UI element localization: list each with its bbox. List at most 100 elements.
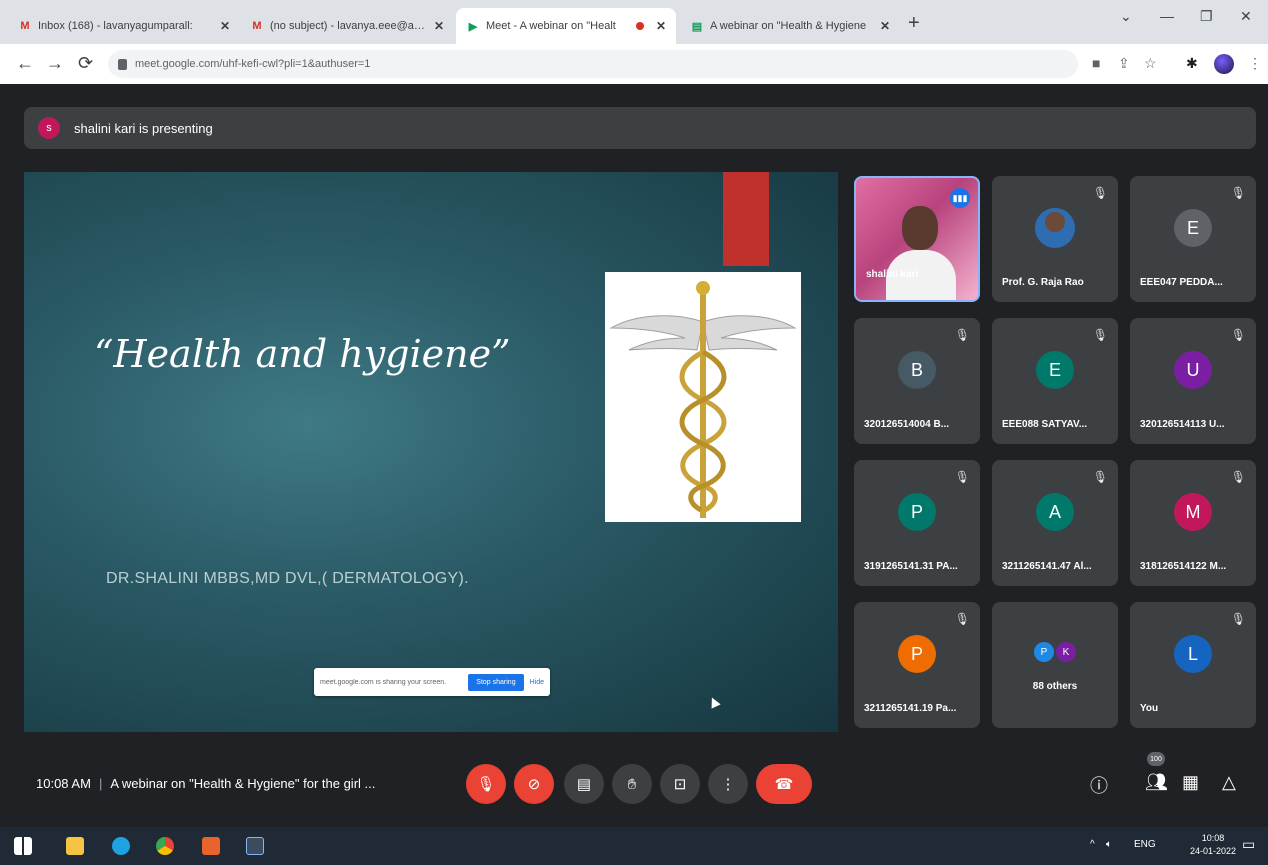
participant-tile[interactable]: 🎙︎ U 320126514113 U... [1130,318,1256,444]
taskbar-clock[interactable]: 10:08 24-01-2022 [1190,832,1236,858]
participant-tile[interactable]: 🎙︎ E EEE047 PEDDA... [1130,176,1256,302]
others-tile[interactable]: P K 88 others [992,602,1118,728]
tab-meet[interactable]: ▶ Meet - A webinar on "Healt ✕ [456,8,676,44]
office-icon[interactable] [202,837,220,855]
slide-red-accent [723,172,769,266]
participant-name: 320126514004 B... [864,419,950,430]
mic-off-icon: 🎙︎ [1230,470,1246,484]
tray-chevron-icon[interactable]: ^ [1090,839,1095,850]
tab-docs[interactable]: ▤ A webinar on "Health & Hygiene ✕ [680,8,900,44]
new-tab-button[interactable]: + [908,12,920,35]
participant-name: 3191265141.31 PA... [864,561,958,572]
participant-avatar: P [898,493,936,531]
url-text: meet.google.com/uhf-kefi-cwl?pli=1&authu… [135,58,371,70]
chat-icon[interactable]: ▦ [1182,772,1199,793]
leave-call-button[interactable]: ☎︎ [756,764,812,804]
bookmark-star-icon[interactable]: ☆ [1144,55,1157,72]
speaking-indicator-icon: ▮▮▮ [950,188,970,208]
stop-sharing-button[interactable]: Stop sharing [468,673,524,691]
minimize-icon[interactable]: — [1160,8,1174,24]
tab-no-subject[interactable]: M (no subject) - lavanya.eee@anits ✕ [240,8,454,44]
captions-button[interactable]: ▤ [564,764,604,804]
reload-icon[interactable]: ⟳ [78,53,93,74]
close-tab-icon[interactable]: ✕ [220,19,230,33]
mic-off-icon: 🎙︎ [954,470,970,484]
windows-taskbar: ^ 🔈︎ ENG 10:08 24-01-2022 ▭ [0,827,1268,865]
camera-toggle-button[interactable]: ⊘ [514,764,554,804]
participant-avatar: B [898,351,936,389]
browser-tab-bar: M Inbox (168) - lavanyagumparall: ✕ M (n… [0,0,1268,44]
participant-tile[interactable]: 🎙︎ P 3211265141.19 Pa... [854,602,980,728]
close-tab-icon[interactable]: ✕ [880,19,890,33]
close-tab-icon[interactable]: ✕ [434,19,444,33]
back-icon[interactable]: ← [16,53,34,74]
participant-name: 3211265141.19 Pa... [864,703,957,714]
camera-icon[interactable]: ■ [1092,55,1100,71]
profile-avatar[interactable] [1214,54,1234,74]
participant-name: EEE047 PEDDA... [1140,277,1223,288]
lock-icon [118,58,127,70]
participant-tile-presenter[interactable]: ▮▮▮ shalini kari [854,176,980,302]
edge-icon[interactable] [112,837,130,855]
volume-icon[interactable]: 🔈︎ [1106,839,1112,850]
participant-tile[interactable]: 🎙︎ Prof. G. Raja Rao [992,176,1118,302]
tab-title: Meet - A webinar on "Healt [486,20,616,32]
extensions-icon[interactable]: ✱ [1186,55,1198,72]
participant-name: 320126514113 U... [1140,419,1225,430]
tab-inbox[interactable]: M Inbox (168) - lavanyagumparall: ✕ [8,8,240,44]
activities-icon[interactable]: △ [1222,772,1236,793]
mic-off-icon: 🎙︎ [1230,186,1246,200]
forward-icon[interactable]: → [46,53,64,74]
people-icon[interactable]: 👥︎ [1145,772,1168,793]
mic-toggle-button[interactable]: 🎙︎ [466,764,506,804]
participant-avatar: A [1036,493,1074,531]
participant-tile[interactable]: 🎙︎ B 320126514004 B... [854,318,980,444]
close-window-icon[interactable]: ✕ [1240,8,1252,25]
more-options-button[interactable]: ⋮ [708,764,748,804]
meeting-time: 10:08 AM [36,776,91,791]
caduceus-icon [609,281,797,518]
close-tab-icon[interactable]: ✕ [656,19,666,33]
url-field[interactable]: meet.google.com/uhf-kefi-cwl?pli=1&authu… [108,50,1078,78]
presenting-banner: s shalini kari is presenting [24,107,1256,149]
menu-kebab-icon[interactable]: ⋮ [1248,55,1262,72]
presenting-text: shalini kari is presenting [74,120,213,136]
mic-off-icon: 🎙︎ [1230,612,1246,626]
mouse-cursor [707,695,721,709]
clock-time: 10:08 [1201,833,1225,843]
meeting-details-icon[interactable]: ⓘ [1090,772,1108,798]
file-explorer-icon[interactable] [66,837,84,855]
captions-icon: ▤ [576,776,592,793]
mic-off-icon: 🎙︎ [1092,470,1108,484]
mic-off-icon: 🎙︎ [476,776,496,793]
participant-name: You [1140,703,1159,714]
participant-name: Prof. G. Raja Rao [1002,277,1084,288]
language-indicator[interactable]: ENG [1134,839,1156,850]
mic-off-icon: 🎙︎ [954,328,970,342]
participant-name: EEE088 SATYAV... [1002,419,1088,430]
raise-hand-button[interactable]: ✋︎ [612,764,652,804]
gmail-icon: M [20,20,30,32]
present-button[interactable]: ⊡ [660,764,700,804]
self-tile[interactable]: 🎙︎ L You [1130,602,1256,728]
chrome-app-icon[interactable] [246,837,264,855]
tab-title: A webinar on "Health & Hygiene [710,20,867,32]
participant-tile[interactable]: 🎙︎ A 3211265141.47 Al... [992,460,1118,586]
participant-avatar: L [1174,635,1212,673]
participant-tile[interactable]: 🎙︎ E EEE088 SATYAV... [992,318,1118,444]
notifications-icon[interactable]: ▭ [1242,836,1255,853]
screen-share-notice: meet.google.com is sharing your screen. … [314,668,550,696]
participant-avatar: E [1036,351,1074,389]
chrome-icon[interactable] [156,837,174,855]
hide-button[interactable]: Hide [530,679,544,686]
tab-title: (no subject) - lavanya.eee@anits [270,20,428,32]
participant-avatar: M [1174,493,1212,531]
others-avatars: P K [1034,642,1076,662]
participant-tile[interactable]: 🎙︎ M 318126514122 M... [1130,460,1256,586]
share-icon[interactable]: ⇪ [1118,55,1130,72]
slide-title: “Health and hygiene” [94,332,511,376]
windows-start-icon[interactable] [14,837,32,855]
restore-icon[interactable]: ❐ [1200,8,1213,25]
participant-tile[interactable]: 🎙︎ P 3191265141.31 PA... [854,460,980,586]
tab-search-icon[interactable]: ⌄ [1120,8,1132,25]
